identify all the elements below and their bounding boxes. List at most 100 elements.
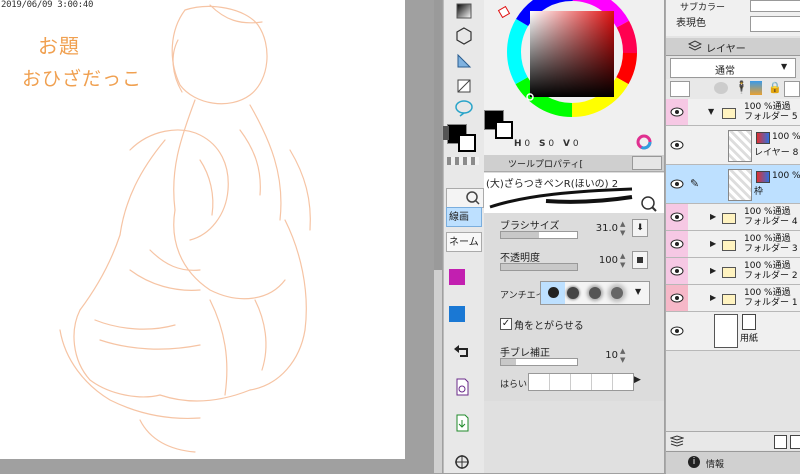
palette-swatch-magenta[interactable] (449, 269, 465, 285)
stabilizer-slider[interactable] (500, 358, 578, 366)
drawing-canvas[interactable]: 2019/06/09 3:00:40 お題 おひざだっこ (0, 0, 405, 459)
folder-icon (722, 294, 736, 305)
reference-icon[interactable]: 🕴 (734, 80, 749, 94)
panel-grip[interactable] (443, 126, 449, 140)
tab-layer[interactable]: レイヤー (706, 40, 746, 55)
tab-info[interactable]: 情報 (706, 457, 724, 470)
layer-row[interactable]: 用紙 (666, 312, 800, 351)
layer-name: 枠 (754, 187, 764, 197)
layer-bottom-toolbar (666, 431, 800, 450)
layer-row[interactable]: ▶ 100 %通過 フォルダー 3 (666, 231, 800, 258)
palette-swatch-blue[interactable] (449, 306, 465, 322)
opacity-value[interactable]: 100 (584, 255, 618, 266)
tab-tool-property[interactable]: ツールプロパティ[ (508, 157, 583, 170)
lasso-fill-icon[interactable] (450, 97, 478, 119)
sub-color-field[interactable] (750, 0, 800, 12)
navigator-icon[interactable] (448, 451, 476, 473)
import-icon[interactable] (448, 412, 476, 434)
antialias-selector[interactable]: ▼ (540, 281, 650, 305)
canvas-bottom-strip (0, 459, 434, 473)
eye-icon[interactable] (670, 239, 684, 249)
chevron-down-icon[interactable]: ▼ (708, 107, 714, 116)
eye-icon[interactable] (670, 293, 684, 303)
eye-icon[interactable] (670, 326, 684, 336)
expression-color-field[interactable] (750, 16, 800, 32)
draft-layer-icon[interactable] (750, 81, 762, 95)
brush-preview: (大)ざらつきペンR(ほいの) 2 (484, 173, 664, 213)
tool-property-tabbar: ツールプロパティ[ (484, 155, 664, 172)
sub-color-swatch[interactable] (458, 134, 476, 152)
antialias-none[interactable] (541, 282, 565, 304)
brush-size-stepper[interactable]: ▲ ▼ (620, 220, 628, 238)
brush-size-value[interactable]: 31.0 (584, 223, 618, 234)
color-wheel[interactable] (484, 0, 664, 140)
undo-icon[interactable] (448, 340, 476, 362)
harai-next-icon[interactable]: ▶ (634, 375, 641, 385)
layer-color-box[interactable] (670, 81, 690, 97)
brush-size-slider[interactable] (500, 231, 578, 239)
tab-lineart[interactable]: 線画 (446, 207, 482, 227)
expression-color-label: 表現色 (676, 18, 706, 29)
transparent-color-swatch[interactable] (447, 157, 479, 165)
layer-row[interactable]: ▶ 100 %通過 フォルダー 4 (666, 204, 800, 231)
lock-alpha-icon[interactable] (784, 81, 800, 97)
eye-icon[interactable] (670, 212, 684, 222)
chevron-right-icon[interactable]: ▶ (710, 239, 716, 248)
sub-tool-column: 線画 ネーム (443, 0, 484, 473)
new-layer-icon[interactable] (774, 435, 787, 449)
harai-selector[interactable] (528, 373, 634, 391)
raster-layer-icon (756, 132, 770, 144)
stabilizer-stepper[interactable]: ▲ ▼ (620, 347, 628, 365)
new-folder-icon[interactable] (790, 435, 800, 449)
eye-icon[interactable] (670, 179, 684, 189)
opacity-settings-button[interactable] (632, 251, 648, 269)
pen-pressure-button[interactable]: ⬇ (632, 219, 648, 237)
tab-brush-size[interactable] (632, 156, 662, 170)
antialias-weak[interactable] (567, 287, 579, 299)
opacity-slider[interactable] (500, 263, 578, 271)
chevron-right-icon[interactable]: ▶ (710, 266, 716, 275)
layer-row-selected[interactable]: ✎ 100 % 枠 (666, 165, 800, 204)
antialias-medium[interactable] (589, 287, 601, 299)
layer-name: フォルダー 4 (744, 217, 798, 227)
sub-color-indicator[interactable] (495, 121, 513, 139)
layer-thumbnail (714, 314, 738, 348)
layers-icon (687, 40, 703, 52)
layer-tabbar: レイヤー (666, 38, 800, 56)
layer-row[interactable]: ▶ 100 %通過 フォルダー 2 (666, 258, 800, 285)
antialias-strong[interactable] (611, 287, 623, 299)
layer-row[interactable]: ▼ 100 %通過 フォルダー 5 (666, 99, 800, 126)
polygon-icon[interactable] (450, 25, 478, 47)
chevron-right-icon[interactable]: ▶ (710, 293, 716, 302)
hsv-readout: H 0 S 0 V 0 (514, 139, 579, 149)
layer-row[interactable]: 100 % レイヤー 8 (666, 126, 800, 165)
brush-settings-icon[interactable] (640, 195, 658, 213)
layer-row[interactable]: ▶ 100 %通過 フォルダー 1 (666, 285, 800, 312)
sub-color-area: サブカラー 表現色 (666, 0, 800, 36)
layer-mask-icon[interactable] (714, 82, 728, 94)
gradient-icon[interactable] (450, 0, 478, 22)
opacity-stepper[interactable]: ▲ ▼ (620, 252, 628, 270)
tool-property-empty (484, 401, 664, 473)
value-value: 0 (572, 139, 579, 149)
harai-label: はらい (500, 380, 528, 390)
color-mode-icon[interactable] (636, 134, 652, 150)
canvas-margin (405, 0, 433, 473)
chevron-down-icon[interactable]: ▼ (635, 287, 641, 296)
search-icon[interactable] (446, 188, 484, 208)
eye-icon[interactable] (670, 107, 684, 117)
scrollbar-thumb[interactable] (434, 0, 442, 270)
layers-stack-icon[interactable] (669, 435, 685, 447)
export-icon[interactable] (448, 376, 476, 398)
eye-icon[interactable] (670, 140, 684, 150)
ruler-icon[interactable] (450, 50, 478, 72)
chevron-right-icon[interactable]: ▶ (710, 212, 716, 221)
tab-name[interactable]: ネーム (446, 232, 482, 252)
frame-icon[interactable] (450, 75, 478, 97)
eye-icon[interactable] (670, 266, 684, 276)
lock-icon[interactable]: 🔒 (768, 81, 782, 94)
folder-icon (722, 267, 736, 278)
stabilizer-value[interactable]: 10 (584, 350, 618, 361)
sharp-corner-checkbox[interactable]: ✓ (500, 318, 512, 330)
blend-mode-select[interactable]: 通常 ▼ (670, 58, 796, 78)
